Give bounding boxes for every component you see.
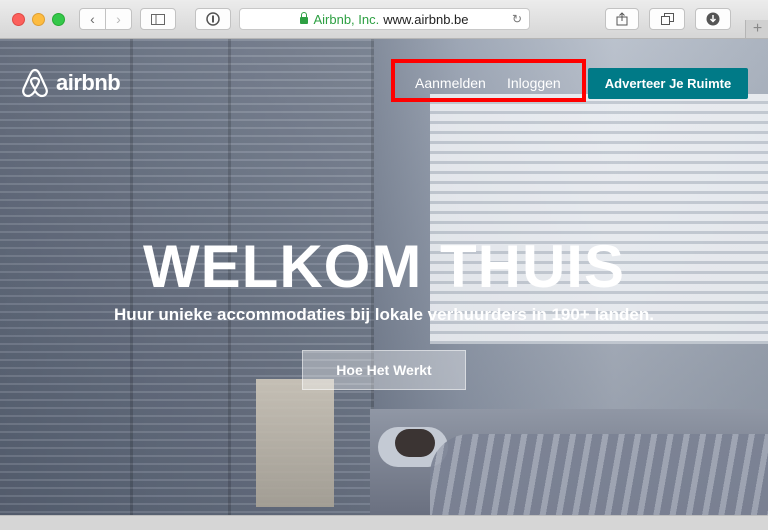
- privacy-icon[interactable]: [195, 8, 231, 30]
- annotation-highlight-box: [391, 59, 586, 102]
- background-blanket: [430, 434, 768, 515]
- url-organization: Airbnb, Inc.: [313, 11, 380, 27]
- host-space-button[interactable]: Adverteer Je Ruimte: [588, 68, 748, 99]
- browser-toolbar: ‹ › Airbnb, Inc. www.airbnb.be ↻ +: [0, 0, 768, 39]
- how-it-works-button[interactable]: Hoe Het Werkt: [302, 350, 466, 390]
- hero-title: WELKOM THUIS: [143, 233, 625, 300]
- airbnb-homepage: airbnb Aanmelden Inloggen Adverteer Je R…: [0, 39, 768, 515]
- sidebar-icon[interactable]: [140, 8, 176, 30]
- url-domain: www.airbnb.be: [383, 11, 469, 27]
- lock-icon: [300, 11, 309, 24]
- background-tote-bag: [256, 379, 334, 507]
- download-icon[interactable]: [695, 8, 731, 30]
- logo-wordmark: airbnb: [56, 70, 121, 95]
- airbnb-belo-icon: [22, 68, 48, 98]
- address-bar[interactable]: Airbnb, Inc. www.airbnb.be ↻: [239, 8, 530, 30]
- reload-icon[interactable]: ↻: [512, 12, 522, 26]
- background-sleeping-person: [395, 429, 435, 457]
- close-window-button[interactable]: [12, 13, 25, 26]
- tabs-icon[interactable]: [649, 8, 685, 30]
- back-icon[interactable]: ‹: [80, 9, 105, 29]
- hero-subtitle: Huur unieke accommodaties bij lokale ver…: [114, 305, 654, 324]
- airbnb-logo[interactable]: airbnb: [20, 67, 121, 99]
- new-tab-button[interactable]: +: [745, 20, 768, 38]
- zoom-window-button[interactable]: [52, 13, 65, 26]
- minimize-window-button[interactable]: [32, 13, 45, 26]
- history-nav: ‹ ›: [79, 8, 132, 30]
- forward-icon[interactable]: ›: [105, 9, 131, 29]
- share-icon[interactable]: [605, 8, 639, 30]
- browser-bottom-edge: [0, 515, 768, 530]
